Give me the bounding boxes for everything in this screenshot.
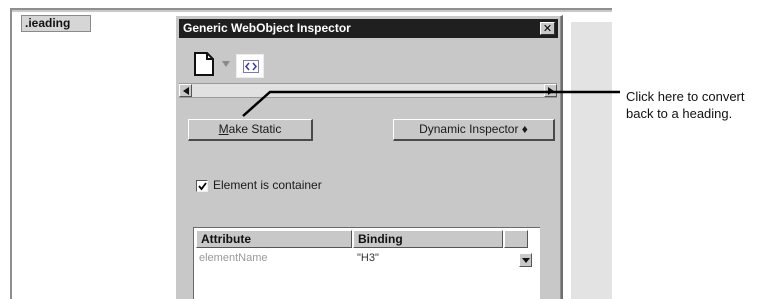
editor-margin: [571, 22, 612, 299]
make-static-button[interactable]: Make Static: [188, 119, 313, 141]
callout-line-2: back to a heading.: [626, 106, 733, 121]
attribute-cell[interactable]: elementName: [199, 252, 267, 264]
inspector-titlebar[interactable]: Generic WebObject Inspector ✕: [179, 19, 558, 38]
scroll-left-icon[interactable]: [179, 84, 192, 97]
horizontal-scrollbar[interactable]: [179, 83, 557, 98]
scroll-right-icon[interactable]: [544, 84, 557, 97]
close-icon[interactable]: ✕: [540, 22, 555, 35]
dynamic-inspector-button[interactable]: Dynamic Inspector ♦: [393, 119, 555, 141]
checkmark-icon: [198, 182, 207, 191]
column-header-blank: [504, 230, 528, 248]
make-static-mnemonic: M: [218, 122, 229, 136]
chevron-down-icon[interactable]: [222, 61, 230, 67]
make-static-label: ake Static: [228, 122, 282, 136]
webobject-inspector: Generic WebObject Inspector ✕ Make Stati…: [175, 15, 563, 299]
column-header-attribute[interactable]: Attribute: [196, 230, 352, 248]
callout-line-1: Click here to convert: [626, 89, 745, 104]
binding-cell[interactable]: "H3": [357, 252, 379, 264]
heading-element[interactable]: .ieading: [21, 15, 91, 32]
webobject-tag-icon[interactable]: [236, 54, 264, 78]
scroll-down-icon[interactable]: [519, 253, 532, 267]
document-icon[interactable]: [193, 52, 215, 76]
element-is-container-label: Element is container: [213, 178, 322, 192]
bindings-table: Attribute Binding elementName "H3": [193, 227, 540, 299]
element-is-container-checkbox[interactable]: [196, 180, 208, 192]
column-header-binding[interactable]: Binding: [353, 230, 503, 248]
inspector-title: Generic WebObject Inspector: [183, 21, 351, 35]
callout-annotation: Click here to convert back to a heading.: [626, 88, 760, 122]
